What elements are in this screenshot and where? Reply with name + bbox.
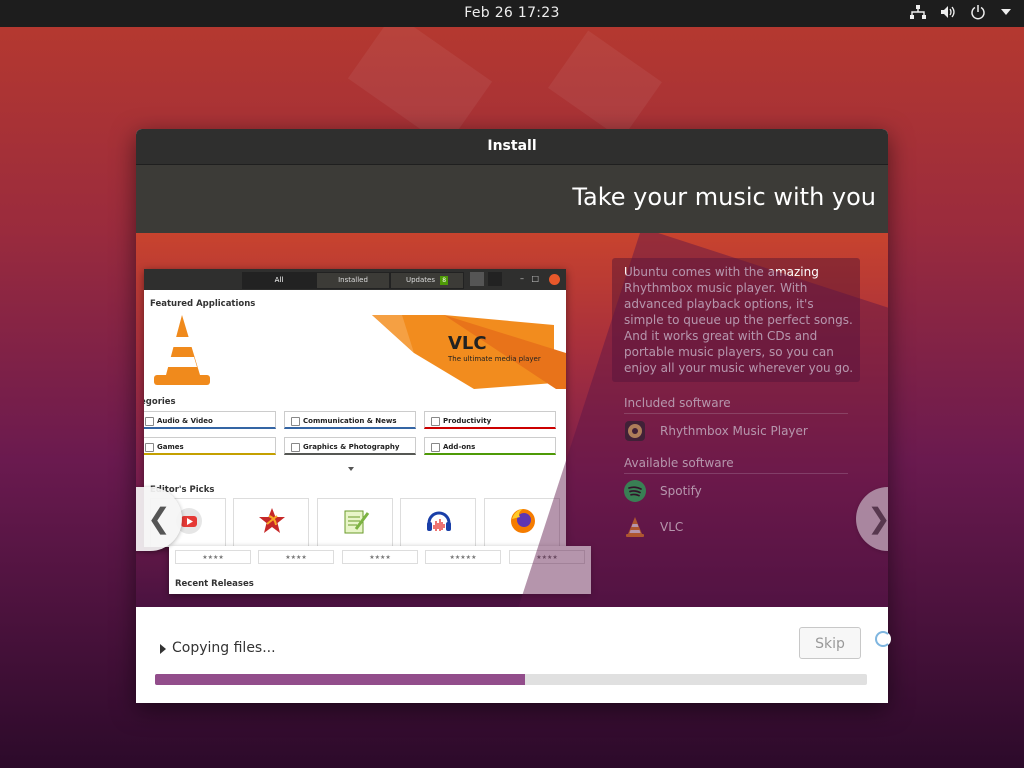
next-slide-button[interactable]: ❯ <box>856 487 888 551</box>
category-label: Games <box>157 443 184 451</box>
slide-heading: Take your music with you <box>572 183 876 211</box>
category-icon <box>145 443 154 452</box>
network-icon[interactable] <box>910 5 926 19</box>
vlc-banner: VLC The ultimate media player <box>144 313 566 389</box>
loading-spinner-icon <box>875 631 891 647</box>
software-screenshot: All Installed Updates 8 – □ Featured App… <box>144 269 566 547</box>
category-label: Communication & News <box>303 417 397 425</box>
category-productivity: Productivity <box>424 411 556 429</box>
included-item-rhythmbox: Rhythmbox Music Player <box>624 420 808 442</box>
mini-tabs: All Installed Updates 8 <box>242 272 464 289</box>
rhythmbox-icon <box>625 421 645 441</box>
category-icon <box>291 417 300 426</box>
software-screenshot-lower: ★★★★ ★★★★ ★★★★ ★★★★★ ★★★★ Recent Release… <box>169 546 591 594</box>
dropdown-arrow-icon[interactable] <box>1000 8 1012 16</box>
category-icon <box>145 417 154 426</box>
system-tray[interactable] <box>910 4 1012 20</box>
recent-releases-title: Recent Releases <box>175 579 254 589</box>
pick-audacity <box>400 498 476 547</box>
included-item-label: Rhythmbox Music Player <box>660 424 808 438</box>
install-progress-fill <box>155 674 526 685</box>
category-communication-news: Communication & News <box>284 411 416 429</box>
available-software-label: Available software <box>624 456 848 474</box>
clock[interactable]: Feb 26 17:23 <box>0 5 1024 21</box>
mini-maximize-icon: □ <box>531 274 539 283</box>
included-software-label: Included software <box>624 396 848 414</box>
category-label: Productivity <box>443 417 492 425</box>
volume-icon[interactable] <box>940 5 956 19</box>
category-games: Games <box>144 437 276 455</box>
wallpaper-shape <box>548 30 662 140</box>
window-title: Install <box>136 129 888 165</box>
wallpaper-shape <box>347 12 493 148</box>
pick-rating: ★★★★ <box>342 550 418 564</box>
mini-tab-installed: Installed <box>316 272 390 289</box>
expand-details-icon[interactable] <box>160 644 166 654</box>
category-icon <box>431 443 440 452</box>
mini-close-icon <box>549 274 560 285</box>
install-window: Install Take your music with you All Ins… <box>136 129 888 703</box>
mini-tab-updates-label: Updates <box>405 276 435 284</box>
banner-title: VLC <box>448 333 487 354</box>
install-progress-bar <box>155 674 867 685</box>
spotify-icon <box>624 480 646 502</box>
slideshow: All Installed Updates 8 – □ Featured App… <box>136 233 888 607</box>
description-panel: Ubuntu comes with the amazing Rhythmbox … <box>612 258 860 382</box>
expand-categories-icon <box>348 467 354 471</box>
pick-firefox <box>484 498 560 547</box>
category-label: Audio & Video <box>157 417 213 425</box>
category-icon <box>431 417 440 426</box>
pick-openra <box>233 498 309 547</box>
skip-button[interactable]: Skip <box>799 627 861 659</box>
vlc-icon <box>626 517 644 537</box>
category-label: Graphics & Photography <box>303 443 400 451</box>
featured-title: Featured Applications <box>150 299 256 309</box>
openra-icon <box>259 508 285 533</box>
firefox-icon <box>511 509 535 533</box>
category-add-ons: Add-ons <box>424 437 556 455</box>
mini-search-icon <box>470 272 484 286</box>
category-icon <box>291 443 300 452</box>
updates-badge: 8 <box>440 276 449 285</box>
slide-header: Take your music with you <box>136 165 888 233</box>
available-item-vlc: VLC <box>624 516 683 538</box>
slide-description: Ubuntu comes with the amazing Rhythmbox … <box>624 265 854 375</box>
available-item-spotify: Spotify <box>624 480 702 502</box>
mini-menu-icon <box>488 272 502 286</box>
audacity-icon <box>427 511 451 531</box>
mini-tab-updates: Updates 8 <box>390 272 464 289</box>
category-graphics-photography: Graphics & Photography <box>284 437 416 455</box>
status-text[interactable]: Copying files... <box>172 640 276 656</box>
pick-rating: ★★★★★ <box>425 550 501 564</box>
mini-headerbar: All Installed Updates 8 – □ <box>144 269 566 290</box>
available-item-label: Spotify <box>660 484 702 498</box>
top-bar: Feb 26 17:23 <box>0 0 1024 27</box>
pick-notepad-plus <box>317 498 393 547</box>
category-audio-video: Audio & Video <box>144 411 276 429</box>
banner-subtitle: The ultimate media player <box>448 355 541 363</box>
category-label: Add-ons <box>443 443 476 451</box>
install-status-area: Copying files... Skip <box>136 607 888 703</box>
categories-title: egories <box>144 397 176 407</box>
power-icon[interactable] <box>970 4 986 20</box>
available-item-label: VLC <box>660 520 684 534</box>
notepad-plus-icon <box>344 510 370 534</box>
mini-tab-all: All <box>242 272 316 289</box>
pick-rating: ★★★★ <box>258 550 334 564</box>
pick-rating: ★★★★ <box>175 550 251 564</box>
mini-minimize-icon: – <box>520 274 524 283</box>
vlc-banner-art <box>154 315 566 389</box>
pick-rating: ★★★★ <box>509 550 585 564</box>
